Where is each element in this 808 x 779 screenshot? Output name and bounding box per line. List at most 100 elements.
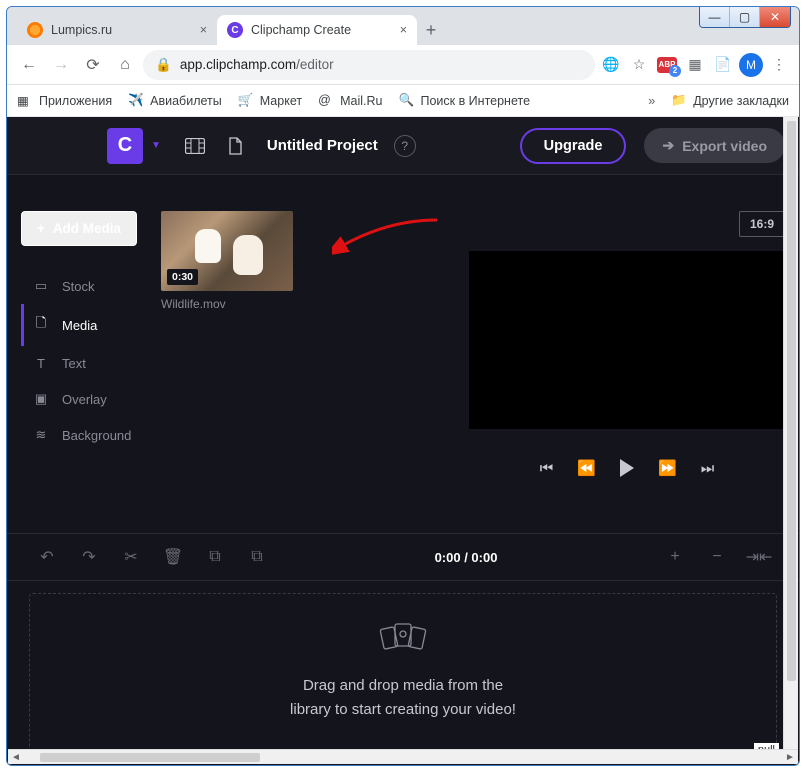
plus-icon: + [37,221,45,236]
back-button[interactable]: ← [15,51,43,79]
copy-icon[interactable]: ⧉ [205,548,225,566]
timeline-dropzone[interactable]: Drag and drop media from the library to … [29,593,777,753]
search-icon: 🔍 [398,93,414,109]
lock-icon: 🔒 [155,57,172,73]
dropzone-text-1: Drag and drop media from the [30,674,776,698]
sidebar-item-text[interactable]: T Text [24,346,161,381]
kebab-menu-icon[interactable]: ⋮ [767,53,791,77]
media-filename: Wildlife.mov [161,297,361,311]
tab-close-icon[interactable]: × [200,23,207,37]
bookmarks-overflow[interactable]: » [648,94,655,108]
logo-dropdown-icon[interactable]: ▼ [151,140,161,151]
overlay-icon: ▣ [32,391,50,407]
thumbnail-duration: 0:30 [167,269,198,285]
rewind-icon[interactable]: ⏪ [577,459,596,477]
tab-strip: Lumpics.ru × C Clipchamp Create × + [7,7,799,45]
bookmark-item[interactable]: 🛒 Маркет [238,93,302,109]
bookmark-label: Маркет [260,94,302,108]
bookmark-label: Mail.Ru [340,94,382,108]
abp-extension-icon[interactable]: ABP [655,53,679,77]
play-icon[interactable] [620,459,634,477]
help-icon[interactable]: ? [394,135,416,157]
scroll-left-icon[interactable]: ◄ [8,750,24,765]
forward-button[interactable]: → [47,51,75,79]
add-media-label: Add Media [53,221,121,236]
star-icon[interactable]: ☆ [627,53,651,77]
zoom-out-icon[interactable]: − [707,548,727,566]
translate-icon[interactable]: 🌐 [599,53,623,77]
clipchamp-app: C ▼ Untitled Project ? Upgrade ➔ Export … [7,117,799,765]
media-thumbnail[interactable]: 0:30 [161,211,293,291]
delete-icon[interactable]: 🗑 [163,547,183,567]
document-icon[interactable] [219,130,251,162]
bookmark-label: Авиабилеты [150,94,222,108]
background-icon: ≋ [32,427,50,443]
split-icon[interactable]: ✂ [121,547,141,567]
other-bookmarks[interactable]: 📁 Другие закладки [671,93,789,109]
sidebar-item-stock[interactable]: ▭ Stock [24,268,161,304]
add-media-button[interactable]: + Add Media [21,211,137,246]
bookmarks-bar: ▦ Приложения ✈️ Авиабилеты 🛒 Маркет @ Ma… [7,85,799,117]
clipchamp-logo[interactable]: C [107,128,143,164]
browser-tab-clipchamp[interactable]: C Clipchamp Create × [217,15,417,45]
sidebar-item-overlay[interactable]: ▣ Overlay [24,381,161,417]
browser-tab-lumpics[interactable]: Lumpics.ru × [17,15,217,45]
horizontal-scrollbar[interactable]: ◄ ► [8,749,798,764]
new-tab-button[interactable]: + [417,16,445,44]
lumpics-favicon-icon [27,22,43,38]
mail-icon: @ [318,93,334,109]
close-button[interactable]: ✕ [760,7,790,27]
window-controls: — ▢ ✕ [699,6,791,28]
export-label: Export video [682,138,767,154]
maximize-button[interactable]: ▢ [730,7,760,27]
apps-label: Приложения [39,94,112,108]
preview-canvas[interactable] [469,251,785,429]
arrow-right-icon: ➔ [662,137,674,154]
redo-icon[interactable]: ↷ [79,547,99,567]
fast-forward-icon[interactable]: ⏩ [658,459,677,477]
home-button[interactable]: ⌂ [111,51,139,79]
reload-button[interactable]: ⟳ [79,51,107,79]
skip-end-icon[interactable]: ⏭ [701,460,715,477]
preview-panel: 16:9 ⏮ ⏪ ⏩ ⏭ [469,211,785,523]
plane-icon: ✈️ [128,93,144,109]
app-toolbar: C ▼ Untitled Project ? Upgrade ➔ Export … [7,117,799,175]
sidebar-label: Overlay [62,392,107,407]
bookmark-item[interactable]: ✈️ Авиабилеты [128,93,222,109]
tab-title: Lumpics.ru [51,23,112,37]
sidebar-item-media[interactable]: 🗋 Media [21,304,161,346]
transport-controls: ⏮ ⏪ ⏩ ⏭ [469,459,785,477]
sidebar: + Add Media ▭ Stock 🗋 Media T Text [21,211,161,523]
bookmark-item[interactable]: @ Mail.Ru [318,93,382,109]
bookmark-item[interactable]: 🔍 Поиск в Интернете [398,93,530,109]
tab-close-icon[interactable]: × [400,23,407,37]
aspect-ratio-button[interactable]: 16:9 [739,211,785,237]
annotation-arrow [332,217,442,257]
undo-icon[interactable]: ↶ [37,547,57,567]
minimize-button[interactable]: — [700,7,730,27]
sidebar-label: Media [62,318,97,333]
profile-avatar[interactable]: M [739,53,763,77]
pdf-extension-icon[interactable]: 📄 [711,53,735,77]
zoom-in-icon[interactable]: + [665,548,685,566]
omnibox[interactable]: 🔒 app.clipchamp.com/editor [143,50,595,80]
media-icon: 🗋 [32,314,50,336]
apps-button[interactable]: ▦ Приложения [17,93,112,109]
dropzone-text-2: library to start creating your video! [30,698,776,722]
stock-icon: ▭ [32,278,50,294]
sidebar-label: Text [62,356,86,371]
skip-start-icon[interactable]: ⏮ [540,460,554,477]
export-button[interactable]: ➔ Export video [644,128,785,163]
fit-icon[interactable]: ⇥⇤ [749,547,769,567]
clipchamp-favicon-icon: C [227,22,243,38]
sidebar-label: Stock [62,279,95,294]
vertical-scrollbar[interactable] [783,117,798,749]
duplicate-icon[interactable]: ⧉ [247,548,267,566]
timeline-time: 0:00 / 0:00 [435,550,498,565]
video-library-icon[interactable] [179,130,211,162]
extension-icon[interactable]: ▦ [683,53,707,77]
project-name[interactable]: Untitled Project [267,137,378,154]
upgrade-button[interactable]: Upgrade [520,128,627,164]
scroll-right-icon[interactable]: ► [782,750,798,765]
sidebar-item-background[interactable]: ≋ Background [24,417,161,453]
